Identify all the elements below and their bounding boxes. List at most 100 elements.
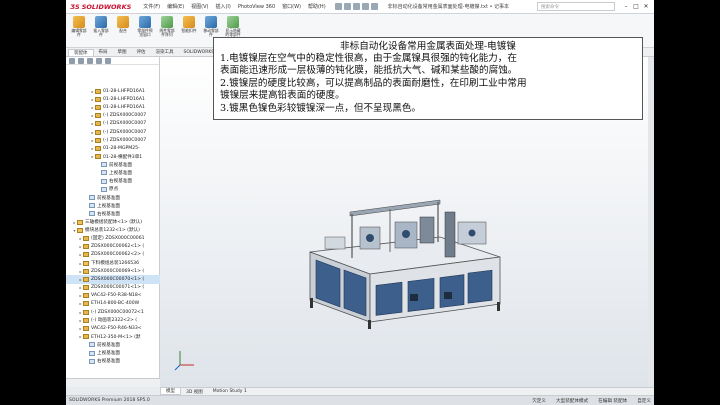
configuration-icon[interactable] bbox=[87, 58, 93, 64]
ribbon-button[interactable]: 零部件预览窗口 bbox=[136, 16, 154, 45]
part-icon bbox=[95, 96, 101, 102]
tree-item[interactable]: ▸ (-) ZDSX000C0007 bbox=[66, 136, 160, 144]
tree-item[interactable]: 上视基准面 bbox=[66, 349, 160, 357]
tree-item-label: (-) ZDSX000C0007 bbox=[103, 137, 147, 143]
model-tab[interactable]: Motion Study 1 bbox=[208, 389, 252, 394]
ribbon-command-icon bbox=[161, 16, 173, 28]
tree-item-label: 前视基准面 bbox=[97, 342, 120, 348]
tree-item[interactable]: 上视基准面 bbox=[66, 169, 160, 177]
tree-item[interactable]: 前视基准面 bbox=[66, 193, 160, 201]
search-input[interactable]: 搜索命令 bbox=[537, 2, 615, 11]
print-icon[interactable] bbox=[361, 3, 369, 10]
asm-icon bbox=[77, 219, 83, 225]
quick-access-toolbar bbox=[334, 3, 378, 10]
menu-item[interactable]: PhotoView 360 bbox=[238, 4, 275, 10]
tree-item[interactable]: ▸ ZDSX000C00062<1> ( bbox=[66, 243, 160, 251]
tree-item[interactable]: ▸ (-) 动画装2322<2> ( bbox=[66, 316, 160, 324]
tree-item-label: 上视基准面 bbox=[109, 170, 132, 176]
feature-manager-panel: ▸ 01-28-LHFPD16A1 ▸ 01-28-LHFPD16A1 ▸ 01-28-L… bbox=[66, 57, 160, 387]
tree-item[interactable]: ▸ VAC42-F50-R38-N18< bbox=[66, 292, 160, 300]
graphics-area[interactable]: 非标自动化设备常用金属表面处理-电镀镍 1.电镀镍层在空气中的稳定性很高，由于金… bbox=[160, 37, 654, 387]
tree-item[interactable]: ▸ 01-28-LHFPD16A1 bbox=[66, 95, 160, 103]
tree-item[interactable]: 原点 bbox=[66, 185, 160, 193]
undo-icon[interactable] bbox=[370, 3, 378, 10]
tree-item[interactable]: ▸ (固定) ZDSX000C00061 bbox=[66, 234, 160, 242]
menu-item[interactable]: 编辑(E) bbox=[167, 3, 184, 10]
tree-item[interactable]: ▸ 下料模组总装1266536 bbox=[66, 259, 160, 267]
app-logo[interactable]: ƷS SOLIDWORKS bbox=[66, 0, 135, 14]
tree-item[interactable]: 前视基准面 bbox=[66, 341, 160, 349]
part-icon bbox=[95, 145, 101, 151]
part-icon bbox=[83, 317, 89, 323]
menu-item[interactable]: 帮助(H) bbox=[308, 3, 326, 10]
tree-item-label: (-) ZDSX000C00072<1 bbox=[91, 309, 144, 315]
part-icon bbox=[95, 88, 101, 94]
command-tab[interactable]: 装配体 bbox=[68, 48, 94, 56]
tree-item[interactable]: ▸ 01-28-LHFPD16A1 bbox=[66, 103, 160, 111]
tree-item[interactable]: ▸ ZDSX000C00069<1> ( bbox=[66, 267, 160, 275]
menu-item[interactable]: 插入(I) bbox=[215, 3, 230, 10]
tree-item[interactable]: ▸ ZDSX000C00071<1> ( bbox=[66, 284, 160, 292]
tree-item[interactable]: 右视基准面 bbox=[66, 357, 160, 365]
tree-item[interactable]: ▾ 模块总装1232<1> (默认) bbox=[66, 226, 160, 234]
command-tab[interactable]: 渲染工具 bbox=[151, 49, 179, 55]
tree-item[interactable]: 上视基准面 bbox=[66, 202, 160, 210]
task-pane-strip[interactable] bbox=[648, 57, 654, 387]
note-line: 表面能迅速形成一层极薄的钝化膜，能抵抗大气、碱和某些酸的腐蚀。 bbox=[220, 65, 518, 77]
ribbon-button[interactable]: 编辑零部件 bbox=[70, 16, 88, 45]
tree-item-label: ZDSX000C00069<1> ( bbox=[91, 268, 145, 274]
tree-item-label: (-) ZDSX000C0007 bbox=[103, 121, 147, 127]
close-button[interactable]: ✕ bbox=[641, 3, 651, 10]
tree-item[interactable]: ▸ VAC42-F50-R46-N33< bbox=[66, 324, 160, 332]
model-tab[interactable]: 3D 视图 bbox=[181, 389, 208, 395]
plane-icon bbox=[101, 186, 107, 192]
display-manager-icon[interactable] bbox=[105, 58, 111, 64]
note-title: 非标自动化设备常用金属表面处理-电镀镍 bbox=[340, 41, 516, 52]
ribbon-command-icon bbox=[117, 16, 129, 28]
model-tab[interactable]: 模型 bbox=[160, 388, 181, 395]
menu-item[interactable]: 窗口(W) bbox=[282, 3, 301, 10]
new-icon[interactable] bbox=[334, 3, 342, 10]
tree-item[interactable]: ▸ ZDSX000C00070<1> ( bbox=[66, 275, 160, 284]
tree-item[interactable]: 右视基准面 bbox=[66, 177, 160, 185]
tree-item[interactable]: ▸ (-) ZDSX000C0007 bbox=[66, 128, 160, 136]
tree-item[interactable]: ▸ ETH14-800-BC-400W bbox=[66, 300, 160, 308]
tree-item[interactable]: ▸ 01-28-LHFPD16A1 bbox=[66, 87, 160, 95]
tree-item[interactable]: ▸ 三轴模组装配体<1> (默认) bbox=[66, 218, 160, 226]
ribbon-button[interactable]: 智能扣件 bbox=[180, 16, 198, 45]
plane-icon bbox=[89, 203, 95, 209]
dimxpert-icon[interactable] bbox=[96, 58, 102, 64]
menu-item[interactable]: 视图(V) bbox=[191, 3, 208, 10]
tree-item[interactable]: 前视基准面 bbox=[66, 161, 160, 169]
tree-item[interactable]: ▸ ZDSX000C00062<2> ( bbox=[66, 251, 160, 259]
maximize-button[interactable]: □ bbox=[631, 3, 641, 10]
ribbon-button[interactable]: 配合 bbox=[114, 16, 132, 45]
model-tabs: 模型 3D 视图 Motion Study 1 bbox=[160, 387, 654, 395]
command-tab[interactable]: 评估 bbox=[132, 49, 151, 55]
tree-item[interactable]: ▸ (-) ZDSX000C00072<1 bbox=[66, 308, 160, 316]
command-tab[interactable]: 草图 bbox=[113, 49, 132, 55]
note-line: 1.电镀镍层在空气中的稳定性很高，由于金属镍具很强的钝化能力，在 bbox=[220, 53, 517, 64]
save-icon[interactable] bbox=[352, 3, 360, 10]
status-item: 大型装配体模式 bbox=[556, 398, 589, 404]
property-manager-icon[interactable] bbox=[78, 58, 84, 64]
command-tab[interactable]: 布局 bbox=[94, 49, 113, 55]
tree-item[interactable]: ▸ 01-28-横配件3单1 bbox=[66, 153, 160, 161]
feature-tree-icon[interactable] bbox=[69, 58, 75, 64]
ribbon-button[interactable]: 插入零部件 bbox=[92, 16, 110, 45]
tree-item[interactable]: ▸ (-) ZDSX000C0007 bbox=[66, 120, 160, 128]
ribbon-command-icon bbox=[73, 16, 85, 28]
tree-item[interactable]: ▸ (-) ZDSX000C0007 bbox=[66, 112, 160, 120]
open-icon[interactable] bbox=[343, 3, 351, 10]
tree-item[interactable]: 右视基准面 bbox=[66, 210, 160, 218]
part-icon bbox=[83, 301, 89, 307]
tree-item-label: ETH12-350-M<1> (默 bbox=[91, 334, 141, 340]
ribbon-button-label: 智能扣件 bbox=[181, 28, 197, 33]
tree-item[interactable]: ▸ ETH12-350-M<1> (默 bbox=[66, 333, 160, 341]
menu-item[interactable]: 文件(F) bbox=[143, 3, 160, 10]
tree-item[interactable]: ▸ 01-28-MGPM25- bbox=[66, 144, 160, 152]
tree-item-label: 01-28-LHFPD16A1 bbox=[103, 88, 145, 94]
ribbon-button[interactable]: 线性零部件阵列 bbox=[158, 16, 176, 45]
machine-model[interactable] bbox=[290, 192, 520, 332]
minimize-button[interactable]: – bbox=[621, 3, 631, 10]
